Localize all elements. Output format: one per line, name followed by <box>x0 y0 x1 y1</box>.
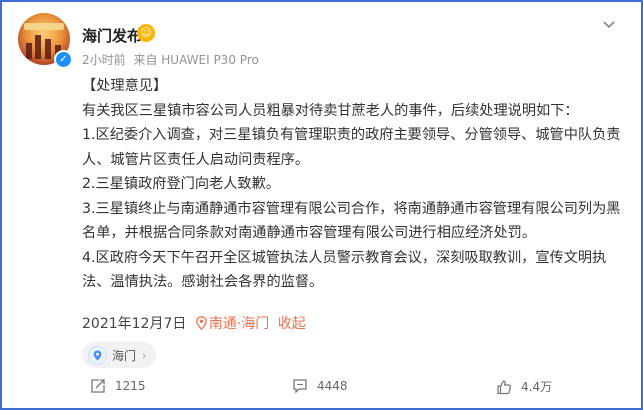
location-chip-label: 海门 <box>112 348 137 363</box>
repost-count: 1215 <box>115 379 146 393</box>
member-badge-icon[interactable]: ☺ <box>137 24 155 42</box>
avatar-building-decoration <box>45 39 51 59</box>
repost-button[interactable]: 1215 <box>90 378 146 394</box>
post-time[interactable]: 2小时前 <box>82 53 126 67</box>
content-paragraph: 3.三星镇终止与南通静通市容管理有限公司合作，将南通静通市容管理有限公司列为黑名… <box>82 200 621 242</box>
thumbs-up-icon <box>497 379 512 394</box>
content-paragraph: 4.区政府今天下午召开全区城管执法人员警示教育会议，深刻吸取教训，宣传文明执法、… <box>82 249 607 291</box>
avatar-banner-decoration <box>24 23 64 30</box>
verified-icon: ✓ <box>54 50 73 69</box>
location-pin-icon <box>88 345 107 365</box>
like-count: 4.4万 <box>521 380 553 394</box>
comment-button[interactable]: 4448 <box>292 378 348 394</box>
location-label: 南通·海门 <box>208 316 270 332</box>
content-paragraph: 1.区纪委介入调查，对三星镇负有管理职责的政府主要领导、分管领导、城管中队负责人… <box>82 127 621 168</box>
location-chip[interactable]: 海门 › <box>82 342 157 368</box>
comment-count: 4448 <box>317 379 348 393</box>
post-footer: 2021年12月7日 南通·海门 收起 <box>82 313 306 333</box>
weibo-post-card: ✓ 海门发布 ☺ 2小时前 来自 HUAWEI P30 Pro 【处理意见】 有… <box>0 0 643 410</box>
location-link[interactable]: 南通·海门 <box>191 316 274 332</box>
content-paragraph: 2.三星镇政府登门向老人致歉。 <box>82 176 280 192</box>
avatar-building-decoration <box>26 43 32 59</box>
like-button[interactable]: 4.4万 <box>496 378 552 395</box>
post-content: 【处理意见】 有关我区三星镇市容公司人员粗暴对待卖甘蔗老人的事件，后续处理说明如… <box>82 74 622 295</box>
post-date: 2021年12月7日 <box>82 316 187 332</box>
author-name[interactable]: 海门发布 <box>82 25 142 46</box>
more-options-icon[interactable] <box>602 15 616 34</box>
content-paragraph: 有关我区三星镇市容公司人员粗暴对待卖甘蔗老人的事件，后续处理说明如下： <box>82 102 579 119</box>
post-source: 来自 HUAWEI P30 Pro <box>133 53 259 67</box>
location-pin-icon <box>195 316 207 331</box>
comment-icon <box>293 379 307 394</box>
content-heading: 【处理意见】 <box>82 78 168 94</box>
chevron-right-icon: › <box>142 348 147 362</box>
avatar-building-decoration <box>35 35 41 59</box>
collapse-link[interactable]: 收起 <box>278 316 306 332</box>
repost-icon <box>91 379 105 393</box>
post-meta: 2小时前 来自 HUAWEI P30 Pro <box>82 51 263 68</box>
action-bar: 1215 4448 4.4万 <box>2 374 641 402</box>
